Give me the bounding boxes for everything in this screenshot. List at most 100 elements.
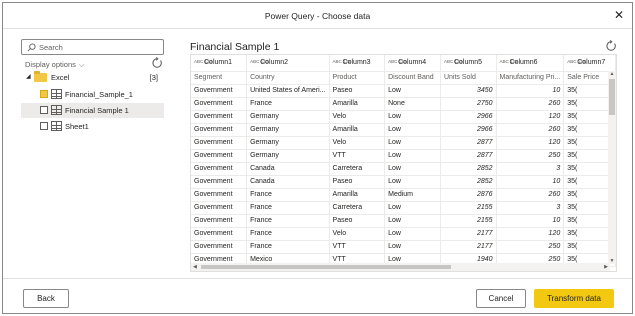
table-cell: France [246, 227, 330, 241]
table-row: Government France Amarilla None 2750 260 35( [191, 97, 616, 111]
tree-item-excel[interactable]: ◢ Excel [3] [21, 70, 164, 85]
table-cell: 2155 [440, 201, 497, 215]
table-cell: Manufacturing Pri... [496, 71, 565, 85]
table-cell: Carretera [329, 162, 386, 176]
table-cell: France [246, 240, 330, 254]
caret-expanded-icon[interactable]: ◢ [26, 73, 31, 80]
tree-item-label: Sheet1 [65, 122, 89, 131]
table-cell: 250 [496, 149, 565, 163]
transform-data-button[interactable]: Transform data [534, 289, 614, 308]
table-cell: Low [384, 227, 441, 241]
column-header[interactable]: ABC 123Column2 [246, 55, 330, 72]
table-cell: 2876 [440, 188, 497, 202]
table-cell: Velo [329, 136, 386, 150]
table-cell: Germany [246, 136, 330, 150]
item-count: [3] [149, 73, 158, 82]
table-cell: Low [384, 149, 441, 163]
table-cell: Country [246, 71, 330, 85]
column-header[interactable]: ABC 123Column1 [191, 55, 248, 72]
table-cell: Medium [384, 188, 441, 202]
table-cell: Discount Band [384, 71, 441, 85]
tree-item-financial-sample[interactable]: Financial Sample 1 [21, 103, 164, 118]
table-icon [51, 105, 62, 115]
type-abc123-icon[interactable]: ABC 123 [333, 60, 351, 65]
table-cell: Product [329, 71, 386, 85]
refresh-icon[interactable] [605, 40, 617, 52]
type-abc123-icon[interactable]: ABC 123 [388, 60, 406, 65]
table-cell: Low [384, 214, 441, 228]
table-row: Government Germany Velo Low 2966 120 35( [191, 110, 616, 124]
display-options-dropdown[interactable]: Display options ⌵ [25, 60, 84, 70]
column-header[interactable]: ABC 123Column4 [384, 55, 441, 72]
column-header[interactable]: ABC 123Column3 [329, 55, 386, 72]
table-cell: France [246, 188, 330, 202]
close-icon[interactable]: ✕ [612, 8, 626, 22]
table-cell: Canada [246, 162, 330, 176]
search-icon [27, 43, 36, 52]
tree-item-label: Financial Sample 1 [65, 106, 129, 115]
table-cell: 2155 [440, 214, 497, 228]
checkbox[interactable] [40, 106, 48, 114]
column-header[interactable]: ABC 123Column7 [563, 55, 616, 72]
column-header[interactable]: ABC 123Column5 [440, 55, 497, 72]
table-cell: Government [191, 123, 248, 137]
table-cell: 10 [496, 175, 565, 189]
cancel-button[interactable]: Cancel [476, 289, 526, 308]
table-cell: Germany [246, 110, 330, 124]
scroll-thumb[interactable] [201, 265, 451, 269]
type-abc123-icon[interactable]: ABC 123 [567, 60, 585, 65]
table-row: Government Canada Carretera Low 2852 3 35( [191, 162, 616, 176]
table-cell: Amarilla [329, 123, 386, 137]
horizontal-scrollbar[interactable]: ◀ ▶ [191, 263, 610, 271]
scroll-left-icon[interactable]: ◀ [193, 263, 197, 271]
scroll-thumb[interactable] [609, 79, 615, 115]
search-box[interactable] [21, 39, 164, 55]
table-cell: Low [384, 240, 441, 254]
column-name: Column5 [453, 59, 482, 67]
table-cell: 2966 [440, 110, 497, 124]
table-cell: 120 [496, 110, 565, 124]
table-cell: Government [191, 136, 248, 150]
table-cell: 260 [496, 97, 565, 111]
table-cell: Low [384, 110, 441, 124]
title-bar: Power Query - Choose data ✕ [3, 3, 632, 29]
table-cell: Germany [246, 149, 330, 163]
table-cell: VTT [329, 240, 386, 254]
refresh-icon[interactable] [151, 57, 163, 69]
data-preview-grid[interactable]: ABC 123Column1 ABC 123Column2 ABC 123Colum… [190, 54, 617, 272]
search-input[interactable] [39, 41, 159, 53]
window-title: Power Query - Choose data [264, 11, 371, 21]
first-data-row: Segment Country Product Discount Band Units … [191, 71, 616, 85]
table-cell: 3450 [440, 84, 497, 98]
type-abc123-icon[interactable]: ABC 123 [500, 60, 518, 65]
choose-data-dialog: Power Query - Choose data ✕ Display opti… [2, 2, 633, 314]
tree-item-financial-sample-underscore[interactable]: Financial_Sample_1 [21, 87, 164, 102]
column-header[interactable]: ABC 123Column6 [496, 55, 565, 72]
scroll-right-icon[interactable]: ▶ [604, 263, 608, 271]
type-abc123-icon[interactable]: ABC 123 [194, 60, 212, 65]
table-cell: 2852 [440, 162, 497, 176]
type-abc123-icon[interactable]: ABC 123 [250, 60, 268, 65]
table-icon [51, 89, 62, 99]
checkbox[interactable] [40, 122, 48, 130]
tree-item-sheet1[interactable]: Sheet1 [21, 119, 164, 134]
folder-icon [34, 71, 47, 82]
checkbox[interactable] [40, 90, 48, 98]
table-cell: Government [191, 162, 248, 176]
scroll-up-icon[interactable]: ▲ [608, 71, 616, 77]
table-cell: 120 [496, 136, 565, 150]
table-cell: 2177 [440, 240, 497, 254]
table-row: Government United States of Ameri... Paseo… [191, 84, 616, 98]
type-abc123-icon[interactable]: ABC 123 [444, 60, 462, 65]
table-cell: VTT [329, 149, 386, 163]
table-cell: United States of Ameri... [246, 84, 330, 98]
preview-table: ABC 123Column1 ABC 123Column2 ABC 123Colum… [191, 55, 616, 267]
table-cell: Velo [329, 227, 386, 241]
table-row: Government Canada Paseo Low 2852 10 35( [191, 175, 616, 189]
preview-title: Financial Sample 1 [190, 41, 280, 53]
table-cell: Government [191, 201, 248, 215]
column-name: Column1 [204, 59, 233, 67]
back-button[interactable]: Back [23, 289, 69, 308]
vertical-scrollbar[interactable]: ▲ ▼ [608, 71, 616, 264]
table-cell: 120 [496, 227, 565, 241]
